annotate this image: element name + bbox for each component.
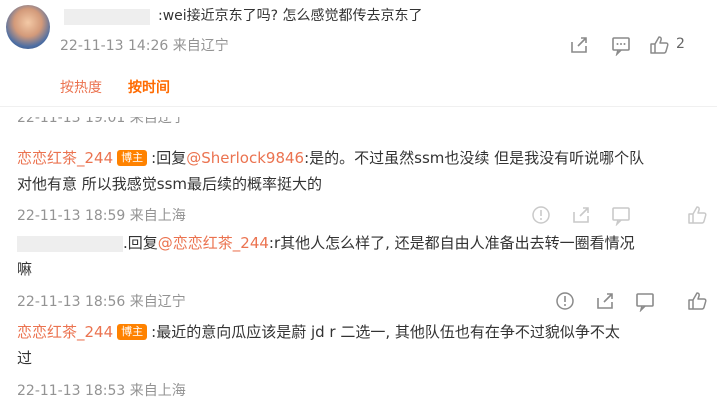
report-icon[interactable] — [530, 204, 552, 226]
blogger-badge: 博主 — [117, 324, 148, 340]
share-icon[interactable] — [570, 204, 592, 226]
reply-3: 恋恋红茶_244 博主:最近的意向瓜应该是蔚 jd r 二选一, 其他队伍也有在争… — [17, 319, 707, 371]
tab-hot[interactable]: 按热度 — [60, 77, 102, 97]
reply-prefix: .回复 — [123, 234, 158, 252]
reply-2-meta: 22-11-13 18:56 来自辽宁 — [17, 294, 186, 310]
reply-text-line2: 对他有意 所以我感觉ssm最后续的概率挺大的 — [17, 175, 323, 193]
report-icon[interactable] — [554, 290, 576, 312]
reply-text-line2: 嘛 — [17, 260, 33, 278]
share-icon[interactable] — [594, 290, 616, 312]
like-icon[interactable] — [686, 204, 708, 226]
reply-1: 恋恋红茶_244 博主:回复@Sherlock9846:是的。不过虽然ssm也没续… — [17, 145, 707, 197]
reply-text-line1: :最近的意向瓜应该是蔚 jd r 二选一, 其他队伍也有在争不过貌似争不太 — [151, 323, 620, 341]
reply-3-meta: 22-11-13 18:53 来自上海 — [17, 383, 186, 399]
section-divider — [0, 106, 717, 107]
avatar[interactable] — [6, 5, 50, 49]
redacted-username — [17, 235, 123, 252]
top-comment-meta: 22-11-13 14:26 来自辽宁 — [60, 38, 229, 54]
tab-time[interactable]: 按时间 — [128, 77, 170, 97]
like-icon[interactable] — [648, 34, 670, 56]
reply-username[interactable]: 恋恋红茶_244 — [17, 149, 113, 167]
comment-icon[interactable] — [610, 204, 632, 227]
partial-meta: 22-11-13 19:01 来自辽宁 — [17, 117, 186, 126]
reply-text-line1: :是的。不过虽然ssm也没续 但是我没有听说哪个队 — [304, 149, 645, 167]
mention-link[interactable]: @恋恋红茶_244 — [158, 234, 269, 252]
comment-icon[interactable] — [634, 290, 656, 313]
reply-2: .回复@恋恋红茶_244:r其他人怎么样了, 还是都自由人准备出去转一圈看情况 … — [17, 230, 707, 282]
redacted-username — [64, 9, 150, 25]
blogger-badge: 博主 — [117, 150, 148, 166]
reply-text-line1: :r其他人怎么样了, 还是都自由人准备出去转一圈看情况 — [268, 234, 635, 252]
reply-1-meta: 22-11-13 18:59 来自上海 — [17, 208, 186, 224]
like-icon[interactable] — [686, 290, 708, 312]
reply-username[interactable]: 恋恋红茶_244 — [17, 323, 113, 341]
like-count: 2 — [676, 36, 685, 52]
share-icon[interactable] — [568, 34, 590, 56]
reply-text-line2: 过 — [17, 349, 33, 367]
top-comment-text: :wei接近京东了吗? 怎么感觉都传去京东了 — [158, 8, 423, 24]
mention-link[interactable]: @Sherlock9846 — [186, 149, 304, 167]
reply-prefix: :回复 — [151, 149, 187, 167]
comment-icon[interactable] — [610, 34, 632, 57]
